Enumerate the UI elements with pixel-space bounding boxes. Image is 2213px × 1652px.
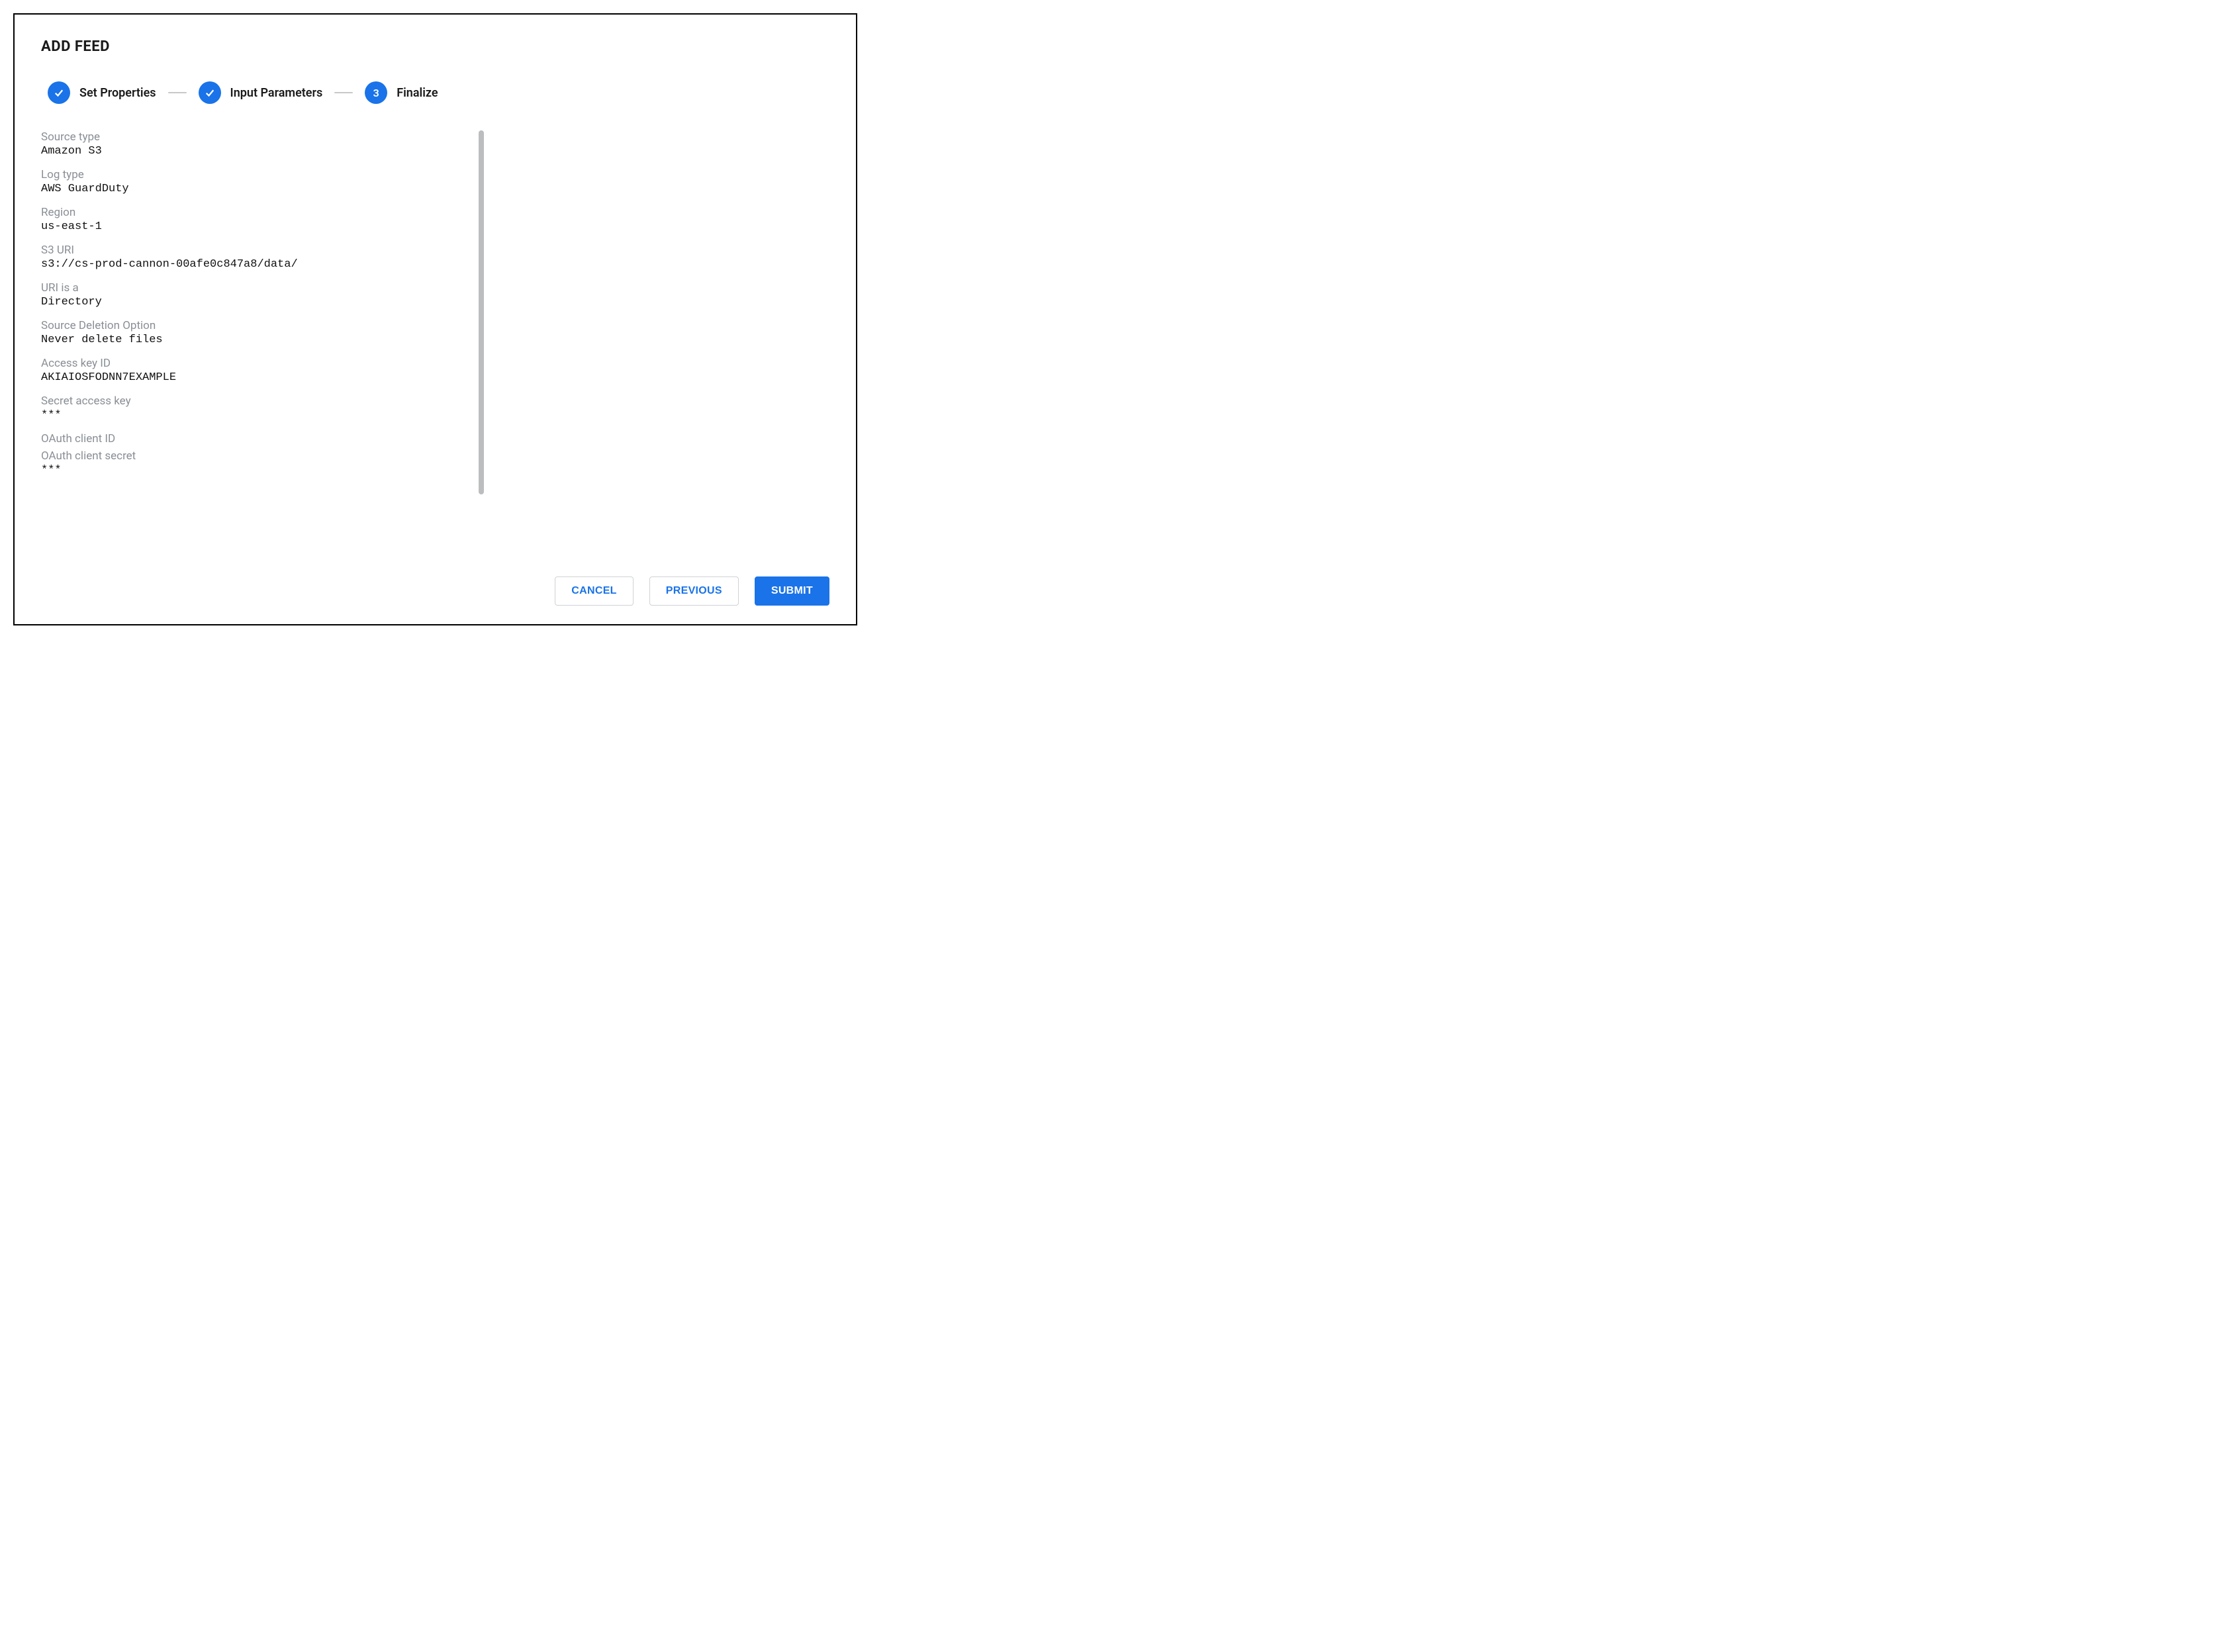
field-label: Access key ID — [41, 357, 483, 370]
field-source-deletion-option: Source Deletion Option Never delete file… — [41, 319, 483, 346]
field-secret-access-key: Secret access key *** — [41, 394, 483, 422]
step-set-properties[interactable]: Set Properties — [48, 81, 156, 104]
scrollbar-thumb[interactable] — [479, 130, 484, 494]
add-feed-modal: ADD FEED Set Properties Input Parameters… — [13, 13, 857, 625]
field-label: Source type — [41, 130, 483, 144]
cancel-button[interactable]: CANCEL — [555, 576, 633, 606]
wizard-stepper: Set Properties Input Parameters 3 Finali… — [48, 81, 829, 104]
step-finalize[interactable]: 3 Finalize — [365, 81, 438, 104]
summary-fields: Source type Amazon S3 Log type AWS Guard… — [41, 130, 483, 554]
previous-button[interactable]: PREVIOUS — [649, 576, 739, 606]
field-region: Region us-east-1 — [41, 206, 483, 233]
step-input-parameters[interactable]: Input Parameters — [199, 81, 323, 104]
step-label: Input Parameters — [230, 86, 323, 100]
step-label: Finalize — [397, 86, 438, 100]
step-separator — [334, 92, 353, 93]
field-uri-is-a: URI is a Directory — [41, 281, 483, 308]
submit-button[interactable]: SUBMIT — [755, 576, 829, 606]
field-value: us-east-1 — [41, 220, 483, 233]
scrollbar[interactable] — [479, 130, 484, 554]
field-value: s3://cs-prod-cannon-00afe0c847a8/data/ — [41, 258, 483, 271]
field-oauth-client-id: OAuth client ID — [41, 432, 483, 445]
step-separator — [168, 92, 187, 93]
field-label: URI is a — [41, 281, 483, 295]
field-label: S3 URI — [41, 244, 483, 257]
step-label: Set Properties — [79, 86, 156, 100]
field-oauth-client-secret: OAuth client secret *** — [41, 449, 483, 477]
modal-footer: CANCEL PREVIOUS SUBMIT — [41, 576, 829, 606]
field-log-type: Log type AWS GuardDuty — [41, 168, 483, 195]
field-value: *** — [41, 409, 483, 422]
field-access-key-id: Access key ID AKIAIOSFODNN7EXAMPLE — [41, 357, 483, 384]
field-label: OAuth client secret — [41, 449, 483, 463]
check-icon — [199, 81, 221, 104]
field-value: Directory — [41, 296, 483, 308]
field-label: Secret access key — [41, 394, 483, 408]
field-label: Log type — [41, 168, 483, 181]
field-value: Never delete files — [41, 334, 483, 346]
field-value: Amazon S3 — [41, 145, 483, 158]
field-value: *** — [41, 464, 483, 477]
field-label: Region — [41, 206, 483, 219]
field-value: AWS GuardDuty — [41, 183, 483, 195]
field-label: Source Deletion Option — [41, 319, 483, 332]
review-content: Source type Amazon S3 Log type AWS Guard… — [41, 130, 829, 554]
field-source-type: Source type Amazon S3 — [41, 130, 483, 158]
step-number-icon: 3 — [365, 81, 387, 104]
field-s3-uri: S3 URI s3://cs-prod-cannon-00afe0c847a8/… — [41, 244, 483, 271]
field-label: OAuth client ID — [41, 432, 483, 445]
check-icon — [48, 81, 70, 104]
modal-title: ADD FEED — [41, 38, 829, 55]
field-value: AKIAIOSFODNN7EXAMPLE — [41, 371, 483, 384]
